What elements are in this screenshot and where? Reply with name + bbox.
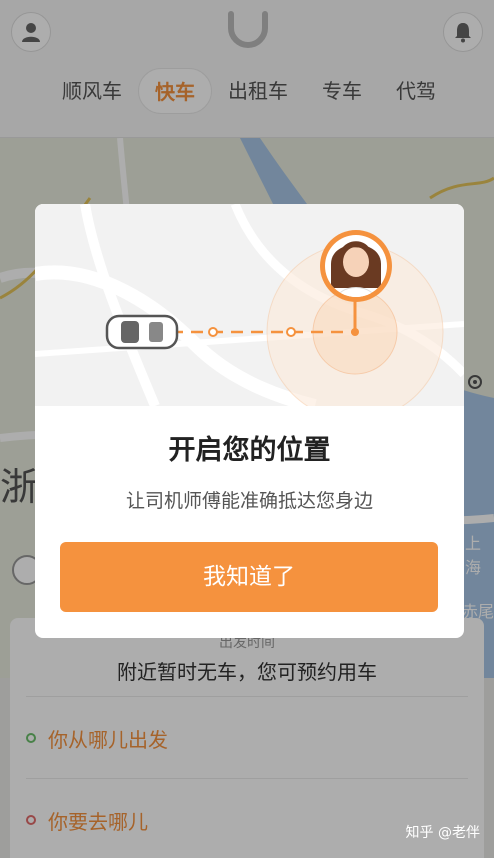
location-illustration [35, 204, 464, 406]
dialog-title: 开启您的位置 [168, 435, 331, 466]
location-permission-dialog: 开启您的位置 让司机师傅能准确抵达您身边 我知道了 [35, 204, 464, 638]
dialog-subtitle: 让司机师傅能准确抵达您身边 [125, 490, 373, 512]
acknowledge-button[interactable]: 我知道了 [60, 542, 438, 612]
car-icon [105, 314, 179, 350]
watermark: 知乎 @老伴 [405, 825, 480, 841]
